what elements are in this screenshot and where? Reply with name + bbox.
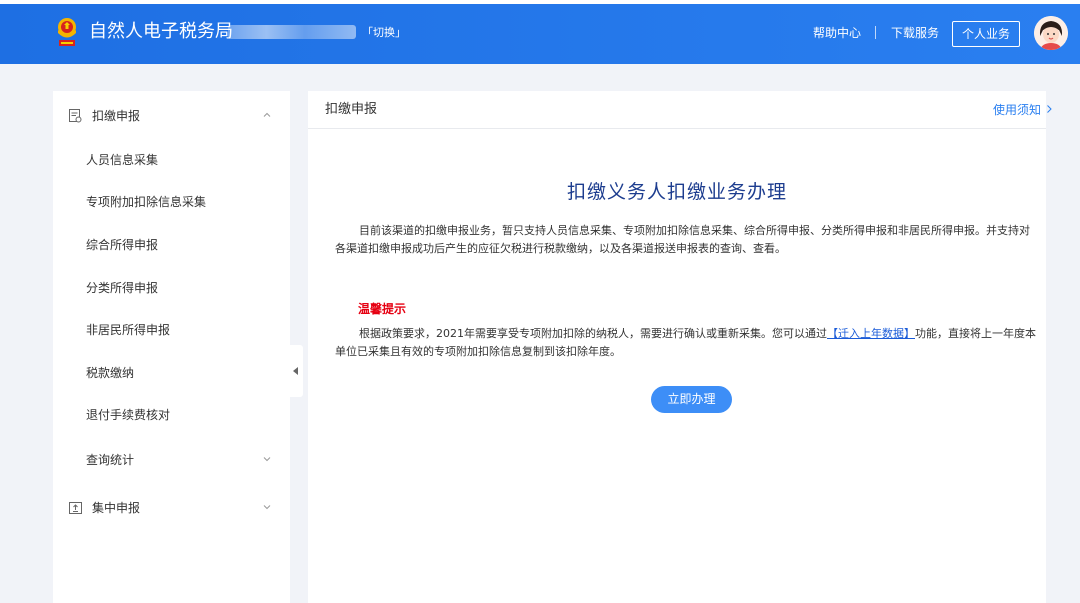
sidebar-item-label: 综合所得申报 bbox=[86, 238, 159, 252]
sidebar-item-label: 分类所得申报 bbox=[86, 281, 159, 295]
sidebar-item-classified-income[interactable]: 分类所得申报 bbox=[53, 275, 290, 301]
switch-link[interactable]: 「切换」 bbox=[362, 25, 406, 41]
sidebar-item-label: 非居民所得申报 bbox=[86, 323, 171, 337]
avatar-icon bbox=[1034, 16, 1068, 50]
national-emblem-icon bbox=[58, 18, 76, 46]
tip-title: 温馨提示 bbox=[358, 302, 407, 316]
sidebar-item-nonresident-income[interactable]: 非居民所得申报 bbox=[53, 317, 290, 343]
chevron-right-icon[interactable] bbox=[1045, 105, 1053, 113]
sidebar-group-label: 集中申报 bbox=[92, 501, 141, 515]
intro-paragraph: 目前该渠道的扣缴申报业务，暂只支持人员信息采集、专项附加扣除信息采集、综合所得申… bbox=[335, 224, 1030, 255]
chevron-down-icon bbox=[263, 505, 271, 510]
usage-notice-link[interactable]: 使用须知 bbox=[993, 101, 1041, 119]
main-panel: 扣缴申报 使用须知 扣缴义务人扣缴业务办理 目前该渠道的扣缴申报业务，暂只支持人… bbox=[308, 91, 1052, 603]
chevron-up-icon bbox=[263, 112, 271, 117]
sidebar-item-label: 退付手续费核对 bbox=[86, 408, 171, 422]
main-headline: 扣缴义务人扣缴业务办理 bbox=[566, 181, 787, 203]
import-last-year-link[interactable]: 【迁入上年数据】 bbox=[827, 327, 915, 340]
sidebar-group-central-report[interactable]: 集中申报 bbox=[53, 495, 290, 521]
tip-paragraph: 根据政策要求，2021年需要享受专项附加扣除的纳税人，需要进行确认或重新采集。您… bbox=[335, 325, 1040, 361]
top-strip bbox=[0, 0, 1080, 4]
process-now-button[interactable]: 立即办理 bbox=[651, 386, 732, 413]
sidebar-item-label: 查询统计 bbox=[86, 453, 135, 467]
user-avatar[interactable] bbox=[1034, 16, 1068, 50]
redacted-region bbox=[228, 25, 356, 39]
main-header: 扣缴申报 使用须知 bbox=[308, 91, 1052, 129]
sidebar-item-label: 专项附加扣除信息采集 bbox=[86, 195, 207, 209]
nav-divider bbox=[875, 26, 876, 39]
sidebar-item-label: 人员信息采集 bbox=[86, 153, 159, 167]
caret-left-icon bbox=[293, 367, 298, 375]
personal-business-button[interactable]: 个人业务 bbox=[952, 21, 1020, 47]
central-report-icon bbox=[69, 502, 82, 514]
sidebar: 扣缴申报 人员信息采集 专项附加扣除信息采集 综合所得申报 分类所得申报 非居民… bbox=[53, 91, 290, 603]
app-title: 自然人电子税务局 bbox=[89, 21, 233, 42]
help-center-link[interactable]: 帮助中心 bbox=[813, 24, 861, 42]
tip-text-before: 根据政策要求，2021年需要享受专项附加扣除的纳税人，需要进行确认或重新采集。您… bbox=[359, 327, 827, 340]
sidebar-item-label: 税款缴纳 bbox=[86, 366, 135, 380]
download-service-link[interactable]: 下载服务 bbox=[891, 24, 939, 42]
sidebar-item-special-deduction[interactable]: 专项附加扣除信息采集 bbox=[53, 189, 290, 215]
sidebar-item-query-stats[interactable]: 查询统计 bbox=[53, 447, 290, 473]
sidebar-item-fee-refund-check[interactable]: 退付手续费核对 bbox=[53, 402, 290, 428]
top-header: 自然人电子税务局 「切换」 帮助中心 下载服务 个人业务 bbox=[0, 0, 1080, 64]
sidebar-group-label: 扣缴申报 bbox=[92, 109, 141, 123]
sidebar-group-withholding[interactable]: 扣缴申报 bbox=[53, 103, 290, 129]
sidebar-collapse-toggle[interactable] bbox=[290, 345, 303, 397]
sidebar-item-personnel-info[interactable]: 人员信息采集 bbox=[53, 147, 290, 173]
sidebar-item-tax-payment[interactable]: 税款缴纳 bbox=[53, 360, 290, 386]
report-form-icon bbox=[69, 109, 82, 123]
sidebar-item-comprehensive-income[interactable]: 综合所得申报 bbox=[53, 232, 290, 258]
chevron-down-icon bbox=[263, 457, 271, 462]
page-title: 扣缴申报 bbox=[325, 102, 378, 117]
